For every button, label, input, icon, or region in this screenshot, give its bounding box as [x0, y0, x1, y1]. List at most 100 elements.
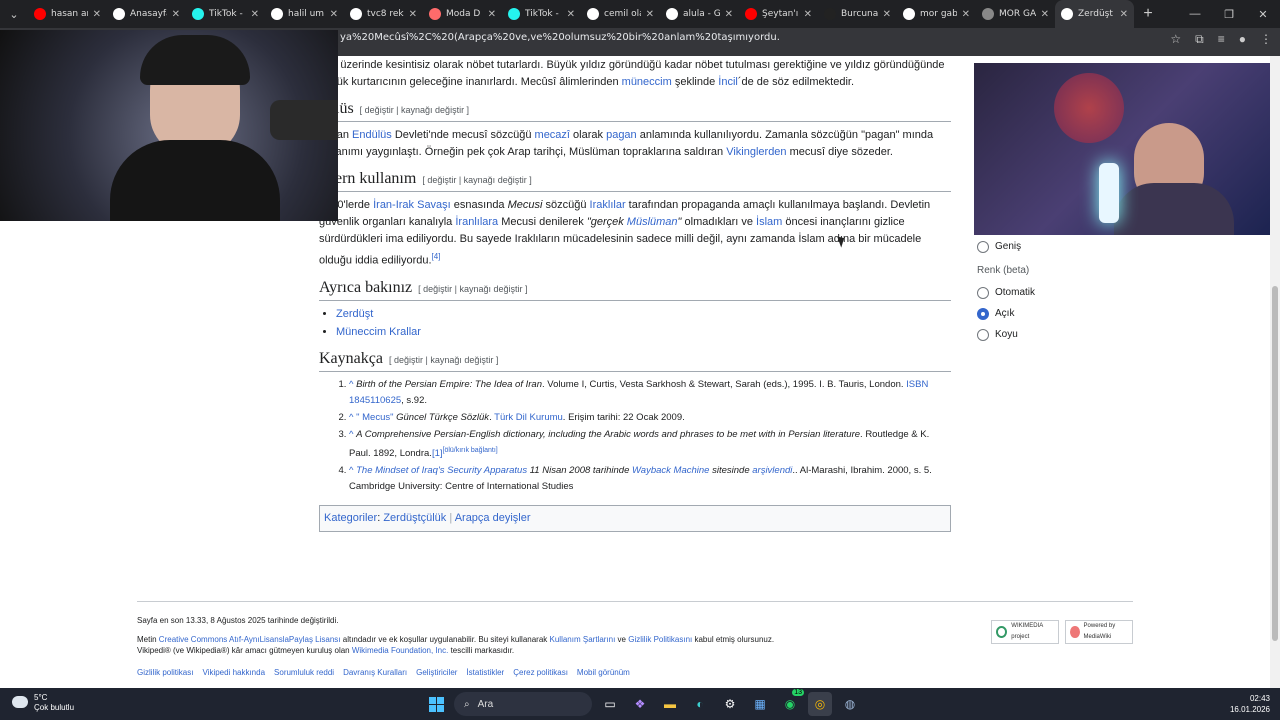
color-option-light[interactable]: Açık: [977, 303, 1127, 324]
menu-icon[interactable]: ⋮: [1260, 32, 1272, 47]
browser-tab[interactable]: TikTok - ✕: [502, 0, 581, 28]
close-window-icon[interactable]: ✕: [1246, 0, 1280, 28]
browser-tab[interactable]: tvc8 reki ✕: [344, 0, 423, 28]
dead-link-tag[interactable]: [ölü/kırık bağlantı]: [443, 447, 498, 454]
link-iranlilara[interactable]: İranlılara: [455, 216, 498, 228]
link-mecazi[interactable]: mecazî: [535, 129, 570, 141]
tab-close-icon[interactable]: ✕: [409, 9, 417, 20]
tab-close-icon[interactable]: ✕: [962, 9, 970, 20]
edge-icon[interactable]: ◐: [688, 692, 712, 716]
profile-avatar[interactable]: ●: [1239, 32, 1246, 47]
browser-tab[interactable]: halil um ✕: [265, 0, 344, 28]
tab-close-icon[interactable]: ✕: [93, 9, 101, 20]
footer-link[interactable]: İstatistikler: [466, 667, 504, 678]
browser-tab[interactable]: Anasayfa ✕: [107, 0, 186, 28]
browser-tab[interactable]: Burcuna ✕: [818, 0, 897, 28]
tab-close-icon[interactable]: ✕: [646, 9, 654, 20]
settings-icon[interactable]: ⚙: [718, 692, 742, 716]
color-option-dark[interactable]: Koyu: [977, 324, 1127, 345]
tab-close-icon[interactable]: ✕: [883, 9, 891, 20]
tab-close-icon[interactable]: ✕: [1041, 9, 1049, 20]
bookmark-star-icon[interactable]: ☆: [1170, 32, 1181, 47]
tab-close-icon[interactable]: ✕: [251, 9, 259, 20]
backlink[interactable]: ^: [349, 379, 353, 390]
new-tab-button[interactable]: +: [1134, 5, 1162, 23]
link-muneccim[interactable]: müneccim: [622, 76, 672, 88]
category-link[interactable]: Arapça deyişler: [455, 512, 531, 524]
link-iraklilar[interactable]: Iraklılar: [590, 199, 626, 211]
browser-tab[interactable]: MOR GA ✕: [976, 0, 1055, 28]
browser-tab[interactable]: cemil ola ✕: [581, 0, 660, 28]
tab-close-icon[interactable]: ✕: [567, 9, 575, 20]
minimize-icon[interactable]: —: [1178, 0, 1212, 28]
mediawiki-badge[interactable]: Powered by MediaWiki: [1065, 620, 1133, 644]
link-wayback[interactable]: Wayback Machine: [632, 465, 709, 476]
weather-widget[interactable]: 5°C Çok bulutlu: [12, 693, 74, 713]
tab-search-icon[interactable]: ⌄: [0, 0, 28, 28]
categories-label-link[interactable]: Kategoriler: [324, 512, 377, 524]
category-link[interactable]: Zerdüştçülük: [383, 512, 446, 524]
link-arsiv[interactable]: arşivlendi: [752, 465, 792, 476]
wikimedia-badge[interactable]: WIKIMEDIA project: [991, 620, 1059, 644]
tab-close-icon[interactable]: ✕: [804, 9, 812, 20]
extensions-icon[interactable]: ⧉: [1195, 32, 1204, 47]
radio-icon[interactable]: [977, 328, 989, 341]
link-ref1[interactable]: [1]: [432, 448, 443, 459]
browser-tab[interactable]: Zerdüşt ✕: [1055, 0, 1134, 28]
address-bar-url[interactable]: ya%20Mecûsî%2C%20(Arapça%20ve,ve%20olums…: [340, 32, 780, 43]
link-zerdust[interactable]: Zerdüşt: [336, 308, 373, 320]
backlink[interactable]: ^: [349, 429, 353, 440]
system-clock[interactable]: 02:43 16.01.2026: [1230, 693, 1270, 715]
link-incil[interactable]: İncil: [718, 76, 738, 88]
browser-tab[interactable]: TikTok - ✕: [186, 0, 265, 28]
link-muneccim-krallar[interactable]: Müneccim Krallar: [336, 326, 421, 338]
color-option-auto[interactable]: Otomatik: [977, 282, 1127, 303]
browser-tab[interactable]: hasan an ✕: [28, 0, 107, 28]
whatsapp-icon[interactable]: ◉ 13: [778, 689, 804, 716]
footer-link[interactable]: Mobil görünüm: [577, 667, 630, 678]
link-vikinglerden[interactable]: Vikinglerden: [726, 146, 786, 158]
edit-links[interactable]: [ değiştir | kaynağı değiştir ]: [389, 355, 498, 365]
steam-icon[interactable]: ◍: [838, 692, 862, 716]
scroll-thumb[interactable]: [1272, 286, 1278, 641]
link-iran-irak[interactable]: İran-Irak Savaşı: [373, 199, 451, 211]
browser-tab[interactable]: Şeytan'ı ✕: [739, 0, 818, 28]
link-tdk[interactable]: Türk Dil Kurumu: [494, 412, 563, 423]
link-endulus[interactable]: Endülüs: [352, 129, 392, 141]
file-explorer-icon[interactable]: ▬: [658, 692, 682, 716]
wmf-link[interactable]: Wikimedia Foundation, Inc.: [352, 646, 449, 655]
backlink[interactable]: ^: [349, 412, 353, 423]
tab-close-icon[interactable]: ✕: [725, 9, 733, 20]
edit-links[interactable]: [ değiştir | kaynağı değiştir ]: [418, 284, 527, 294]
chrome-icon[interactable]: ◎: [808, 692, 832, 716]
task-view-icon[interactable]: ▭: [598, 692, 622, 716]
edit-links[interactable]: [ değiştir | kaynağı değiştir ]: [422, 175, 531, 185]
tab-close-icon[interactable]: ✕: [1120, 9, 1128, 20]
width-option-wide[interactable]: Geniş: [977, 236, 1127, 257]
footer-link[interactable]: Çerez politikası: [513, 667, 568, 678]
privacy-link[interactable]: Gizlilik Politikasını: [628, 635, 692, 644]
footer-link[interactable]: Geliştiriciler: [416, 667, 457, 678]
backlink[interactable]: ^: [349, 465, 353, 476]
copilot-icon[interactable]: ❖: [628, 692, 652, 716]
link-musluman[interactable]: Müslüman: [627, 216, 678, 228]
browser-tab[interactable]: mor gab ✕: [897, 0, 976, 28]
tab-close-icon[interactable]: ✕: [172, 9, 180, 20]
terms-link[interactable]: Kullanım Şartlarını: [550, 635, 616, 644]
radio-icon[interactable]: [977, 286, 989, 299]
browser-tab[interactable]: Moda D ✕: [423, 0, 502, 28]
radio-icon[interactable]: [977, 240, 989, 253]
license-link[interactable]: Creative Commons Atıf-AynıLisanslaPaylaş…: [159, 635, 341, 644]
browser-tab[interactable]: alula - G ✕: [660, 0, 739, 28]
link-mindset[interactable]: The Mindset of Iraq's Security Apparatus: [356, 465, 527, 476]
footer-link[interactable]: Davranış Kuralları: [343, 667, 407, 678]
tab-close-icon[interactable]: ✕: [330, 9, 338, 20]
edit-links[interactable]: [ değiştir | kaynağı değiştir ]: [360, 105, 469, 115]
restore-icon[interactable]: ❐: [1212, 0, 1246, 28]
taskbar-search[interactable]: ⌕ Ara: [454, 692, 592, 716]
footer-link[interactable]: Gizlilik politikası: [137, 667, 193, 678]
page-scrollbar[interactable]: [1270, 56, 1280, 688]
radio-selected-icon[interactable]: [977, 307, 989, 320]
footnote-link[interactable]: [4]: [432, 252, 441, 261]
footer-link[interactable]: Vikipedi hakkında: [202, 667, 265, 678]
